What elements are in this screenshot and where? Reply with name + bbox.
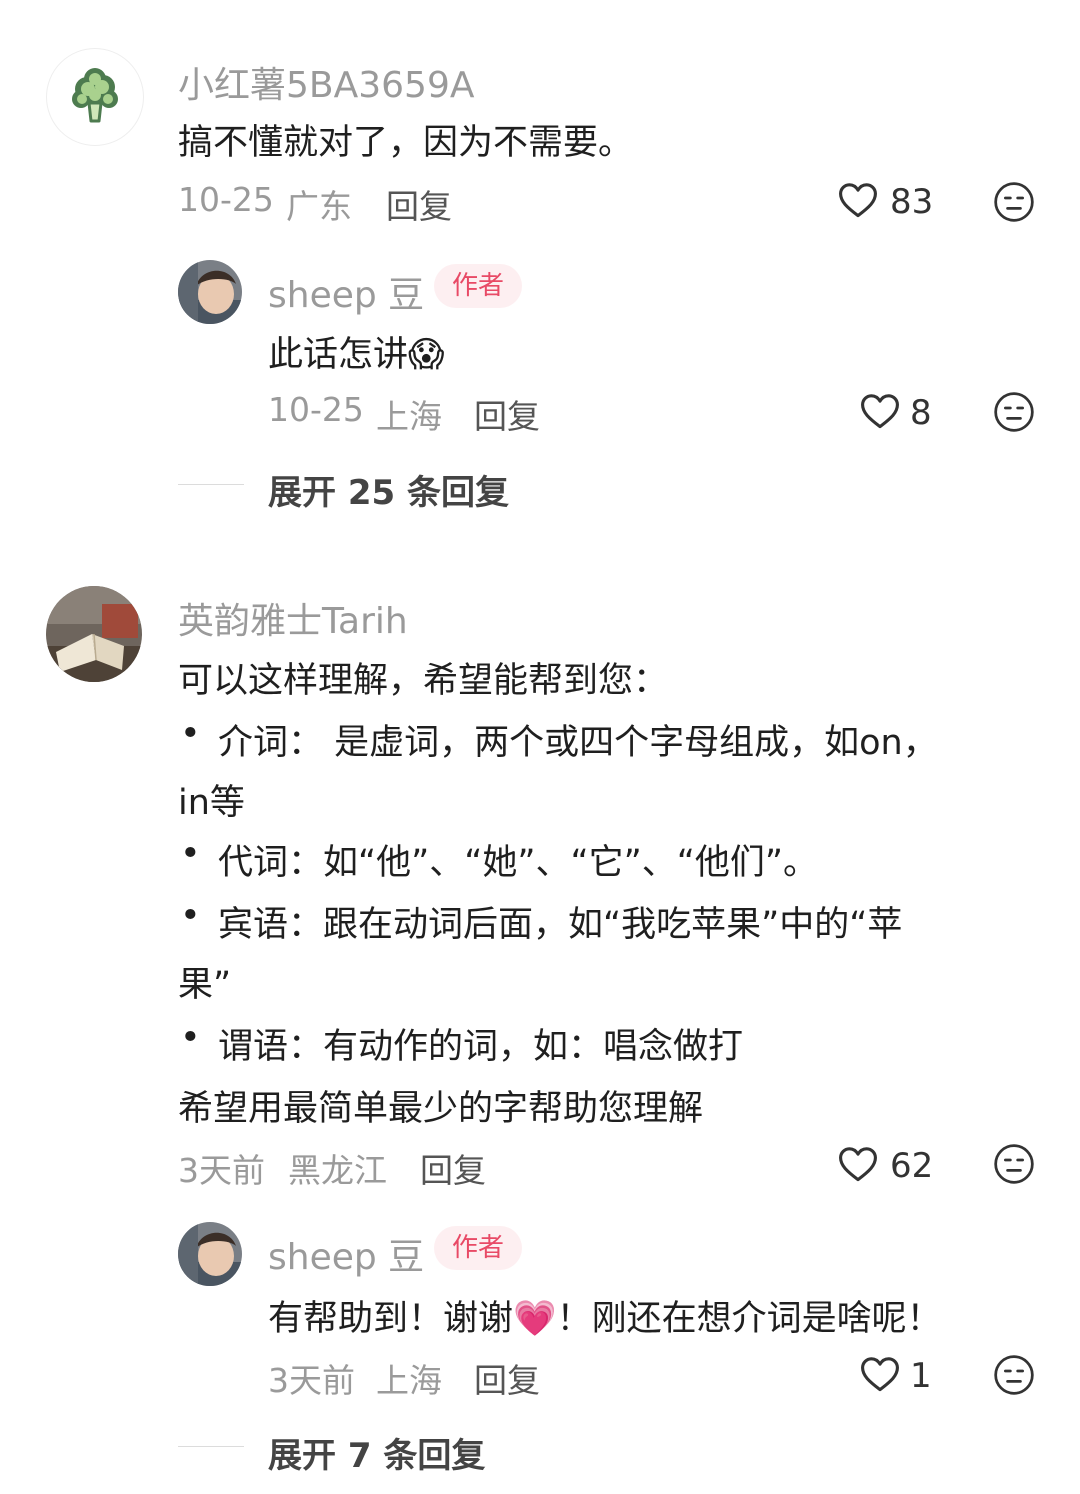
comment-date: 10-25 (178, 180, 274, 219)
pink-heart-emoji: 💗 (513, 1299, 557, 1339)
comment-line: 可以这样理解，希望能帮到您： (178, 661, 669, 701)
reply-username[interactable]: sheep 豆 (268, 266, 424, 318)
avatar[interactable] (46, 586, 142, 682)
like-count: 8 (910, 393, 932, 433)
dislike-button[interactable] (992, 390, 1036, 434)
like-count: 83 (890, 182, 934, 222)
reply-text-after: ！刚还在想介词是啥呢！ (556, 1299, 942, 1339)
bullet: • (180, 1018, 201, 1058)
unamused-face-icon (994, 392, 1034, 432)
bullet: • (180, 714, 201, 754)
screaming-face-emoji: 😱 (408, 335, 445, 375)
reply-button[interactable]: 回复 (474, 1354, 540, 1402)
reply-location: 上海 (376, 1361, 442, 1400)
comment-username[interactable]: 小红薯5BA3659A (178, 56, 474, 108)
avatar[interactable] (178, 260, 242, 324)
comment-location: 广东 (286, 187, 352, 226)
like-count: 62 (890, 1146, 934, 1186)
comment-line: 谓语：有动作的词，如：唱念做打 (218, 1027, 744, 1067)
comment-line: in等 (178, 783, 245, 823)
like-button[interactable] (836, 1142, 880, 1186)
comment-location: 黑龙江 (288, 1151, 387, 1190)
comment-text: 搞不懂就对了，因为不需要。 (178, 123, 634, 163)
reply-button[interactable]: 回复 (386, 180, 452, 228)
comment-line: 希望用最简单最少的字帮助您理解 (178, 1089, 704, 1129)
author-badge: 作者 (434, 264, 523, 308)
comment-line: 宾语：跟在动词后面，如“我吃苹果”中的“苹 (218, 905, 903, 945)
comment-username[interactable]: 英韵雅士Tarih (178, 592, 408, 644)
reply-date: 10-25 (268, 390, 364, 429)
heart-outline-icon (861, 394, 899, 429)
author-badge: 作者 (434, 1226, 523, 1270)
reply-location: 上海 (376, 397, 442, 436)
divider (178, 484, 244, 485)
reply-text-content: 此话怎讲 (268, 335, 409, 375)
dislike-button[interactable] (992, 180, 1036, 224)
reply-button[interactable]: 回复 (420, 1144, 486, 1192)
like-count: 1 (910, 1356, 932, 1396)
dislike-button[interactable] (992, 1353, 1036, 1397)
avatar-photo-icon (46, 586, 142, 682)
like-button[interactable] (858, 1352, 902, 1396)
broccoli-icon (72, 68, 118, 123)
heart-outline-icon (861, 1357, 899, 1392)
comment-line: 介词： 是虚词，两个或四个字母组成，如on， (218, 723, 938, 763)
unamused-face-icon (994, 1144, 1034, 1184)
reply-username[interactable]: sheep 豆 (268, 1228, 424, 1280)
reply-date: 3天前 (268, 1361, 355, 1400)
bullet: • (180, 834, 201, 874)
dislike-button[interactable] (992, 1142, 1036, 1186)
avatar[interactable] (46, 48, 144, 146)
reply-text: 此话怎讲😱 (268, 326, 445, 377)
heart-outline-icon (839, 1147, 877, 1182)
unamused-face-icon (994, 182, 1034, 222)
reply-text: 有帮助到！谢谢💗！刚还在想介词是啥呢！ (268, 1290, 942, 1341)
avatar-photo-icon (178, 260, 242, 324)
reply-button[interactable]: 回复 (474, 390, 540, 438)
avatar[interactable] (178, 1222, 242, 1286)
expand-replies-button[interactable]: 展开 25 条回复 (268, 465, 509, 514)
like-button[interactable] (836, 178, 880, 222)
comment-line: 果” (178, 965, 232, 1005)
expand-replies-button[interactable]: 展开 7 条回复 (268, 1428, 485, 1477)
reply-text-before: 有帮助到！谢谢 (268, 1299, 514, 1339)
comment-date: 3天前 (178, 1151, 265, 1190)
bullet: • (180, 896, 201, 936)
like-button[interactable] (858, 389, 902, 433)
heart-outline-icon (839, 183, 877, 218)
divider (178, 1446, 244, 1447)
unamused-face-icon (994, 1355, 1034, 1395)
comment-line: 代词：如“他”、“她”、“它”、“他们”。 (218, 843, 819, 883)
avatar-photo-icon (178, 1222, 242, 1286)
